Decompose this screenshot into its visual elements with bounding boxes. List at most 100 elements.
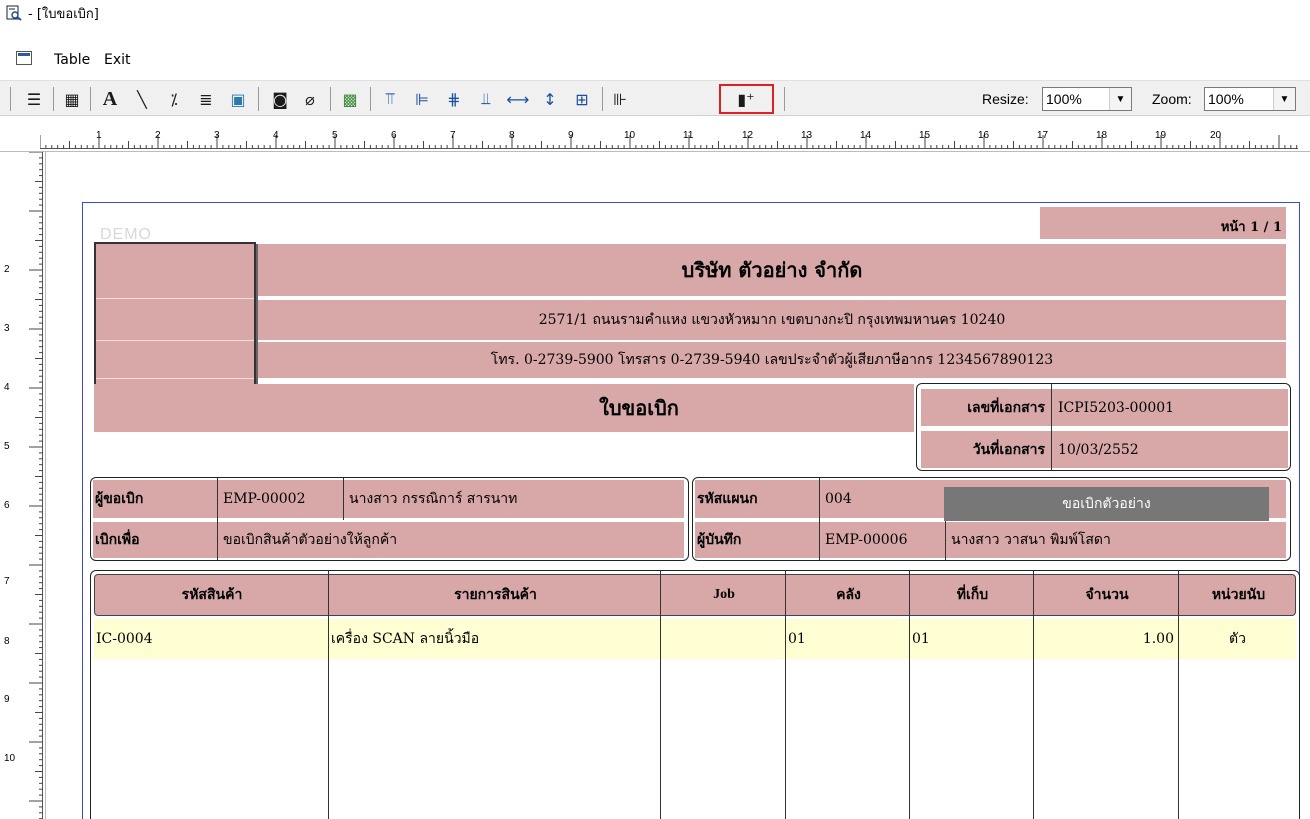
cell-job[interactable] xyxy=(663,619,783,659)
ruler-number: 5 xyxy=(4,441,10,452)
doc-no-label[interactable]: เลขที่เอกสาร xyxy=(921,386,1051,426)
size-icon[interactable]: ⊞ xyxy=(570,87,594,111)
chevron-down-icon[interactable]: ▼ xyxy=(1109,88,1131,110)
image-icon[interactable]: ▣ xyxy=(226,87,250,111)
ruler-number: 2 xyxy=(4,264,10,275)
ruler-number: 10 xyxy=(4,753,16,764)
text-icon[interactable]: A xyxy=(98,87,122,111)
cell-item-name[interactable]: เครื่อง SCAN ลายนิ้วมือ xyxy=(331,619,659,659)
header-item-code[interactable]: รหัสสินค้า xyxy=(95,575,329,615)
ruler-number: 2 xyxy=(155,130,161,141)
header-quantity[interactable]: จำนวน xyxy=(1035,575,1179,615)
dept-code[interactable]: 004 xyxy=(825,480,935,518)
doc-date-value[interactable]: 10/03/2552 xyxy=(1052,428,1288,468)
header-job[interactable]: Job xyxy=(662,575,786,615)
company-name[interactable]: บริษัท ตัวอย่าง จำกัด xyxy=(258,244,1286,296)
recorder-name[interactable]: นางสาว วาสนา พิมพ์โสดา xyxy=(951,522,1281,558)
doc-no-value[interactable]: ICPI5203-00001 xyxy=(1052,386,1288,426)
ruler-number: 11 xyxy=(683,130,694,141)
stamp-icon[interactable]: ◙ xyxy=(268,87,292,111)
dept-label[interactable]: รหัสแผนก xyxy=(697,480,817,518)
chevron-down-icon[interactable]: ▼ xyxy=(1273,88,1295,110)
withdraw-stamp[interactable]: ขอเบิกตัวอย่าง xyxy=(944,487,1269,521)
ruler-number: 8 xyxy=(4,636,10,647)
header-item-name[interactable]: รายการสินค้า xyxy=(330,575,661,615)
distribute-icon[interactable]: ⋕ xyxy=(442,87,466,111)
divider xyxy=(1051,384,1052,470)
ruler-number: 8 xyxy=(509,130,515,141)
height-icon[interactable]: ↕ xyxy=(538,87,562,111)
line-icon[interactable]: ╲ xyxy=(130,87,154,111)
ruler-number: 17 xyxy=(1037,130,1049,141)
ruler-number: 4 xyxy=(4,382,10,393)
purpose-value[interactable]: ขอเบิกสินค้าตัวอย่างให้ลูกค้า xyxy=(223,522,679,558)
insert-column-icon[interactable]: ▮⁺ xyxy=(734,87,758,111)
window-title: - [ใบขอเบิก] xyxy=(28,6,99,22)
properties-icon[interactable]: ▩ xyxy=(338,87,362,111)
ruler-number: 13 xyxy=(801,130,813,141)
items-table[interactable]: รหัสสินค้า รายการสินค้า Job คลัง ที่เก็บ… xyxy=(90,570,1300,819)
cell-warehouse[interactable]: 01 xyxy=(788,619,908,659)
requester-code[interactable]: EMP-00002 xyxy=(223,480,343,518)
ruler-number: 14 xyxy=(860,130,872,141)
table-icon[interactable]: ▦ xyxy=(60,87,84,111)
header-unit[interactable]: หน่วยนับ xyxy=(1180,575,1297,615)
menu-table[interactable]: Table xyxy=(54,52,90,68)
requester-box[interactable]: ผู้ขอเบิก EMP-00002 นางสาว กรรณิการ์ สาร… xyxy=(90,477,689,561)
fraction-icon[interactable]: ⁒ xyxy=(162,87,186,111)
resize-select[interactable]: 100% ▼ xyxy=(1042,87,1132,111)
separator xyxy=(784,87,785,111)
company-address[interactable]: 2571/1 ถนนรามคำแหง แขวงหัวหมาก เขตบางกะป… xyxy=(258,300,1286,340)
ruler-number: 6 xyxy=(391,130,397,141)
align-left-icon[interactable]: ⊫ xyxy=(410,87,434,111)
ruler-number: 3 xyxy=(214,130,220,141)
print-preview-icon xyxy=(6,5,22,21)
menu-exit[interactable]: Exit xyxy=(104,52,131,68)
align-top-icon[interactable]: ⫪ xyxy=(378,87,402,111)
requester-name[interactable]: นางสาว กรรณิการ์ สารนาท xyxy=(349,480,679,518)
document-title[interactable]: ใบขอเบิก xyxy=(94,384,914,432)
company-phone[interactable]: โทร. 0-2739-5900 โทรสาร 0-2739-5940 เลขป… xyxy=(258,342,1286,378)
purpose-label[interactable]: เบิกเพื่อ xyxy=(95,522,215,558)
header-warehouse[interactable]: คลัง xyxy=(787,575,910,615)
align-bottom-icon[interactable]: ⫫ xyxy=(474,87,498,111)
field-icon[interactable]: ≣ xyxy=(194,87,218,111)
table-row[interactable]: IC-0004 เครื่อง SCAN ลายนิ้วมือ 01 01 1.… xyxy=(94,619,1296,659)
add-column-icon[interactable]: ⊪ xyxy=(608,87,632,111)
document-info-box[interactable]: เลขที่เอกสาร ICPI5203-00001 วันที่เอกสาร… xyxy=(916,383,1291,471)
page-number[interactable]: หน้า 1 / 1 xyxy=(1040,207,1286,239)
ruler-number: 3 xyxy=(4,323,10,334)
column-divider xyxy=(785,571,786,819)
ruler-number: 7 xyxy=(450,130,456,141)
zoom-value: 100% xyxy=(1205,91,1273,107)
cell-quantity[interactable]: 1.00 xyxy=(1034,619,1174,659)
ruler-number: 10 xyxy=(624,130,636,141)
divider xyxy=(217,478,218,560)
cell-item-code[interactable]: IC-0004 xyxy=(96,619,326,659)
width-icon[interactable]: ⟷ xyxy=(506,87,530,111)
ruler-number: 9 xyxy=(568,130,574,141)
separator xyxy=(370,87,371,111)
title-bar: - [ใบขอเบิก] xyxy=(0,0,1310,26)
ruler-number: 9 xyxy=(4,694,10,705)
recorder-code[interactable]: EMP-00006 xyxy=(825,522,945,558)
divider xyxy=(343,478,344,520)
cell-location[interactable]: 01 xyxy=(912,619,1032,659)
eraser-icon[interactable]: ⌀ xyxy=(298,87,322,111)
requester-label[interactable]: ผู้ขอเบิก xyxy=(95,480,215,518)
logo-placeholder[interactable] xyxy=(94,242,256,400)
recorder-label[interactable]: ผู้บันทึก xyxy=(697,522,817,558)
toolbar-grip xyxy=(10,87,11,111)
ruler-ticks xyxy=(40,135,1298,149)
align-icon[interactable]: ☰ xyxy=(22,87,46,111)
separator xyxy=(258,87,259,111)
separator xyxy=(602,87,603,111)
table-header: รหัสสินค้า รายการสินค้า Job คลัง ที่เก็บ… xyxy=(94,574,1296,616)
zoom-select[interactable]: 100% ▼ xyxy=(1204,87,1296,111)
header-location[interactable]: ที่เก็บ xyxy=(911,575,1034,615)
window-menu-icon[interactable] xyxy=(16,51,32,65)
doc-date-label[interactable]: วันที่เอกสาร xyxy=(921,428,1051,468)
cell-unit[interactable]: ตัว xyxy=(1179,619,1296,659)
ruler-ticks xyxy=(29,152,43,819)
ruler-number: 7 xyxy=(4,576,10,587)
